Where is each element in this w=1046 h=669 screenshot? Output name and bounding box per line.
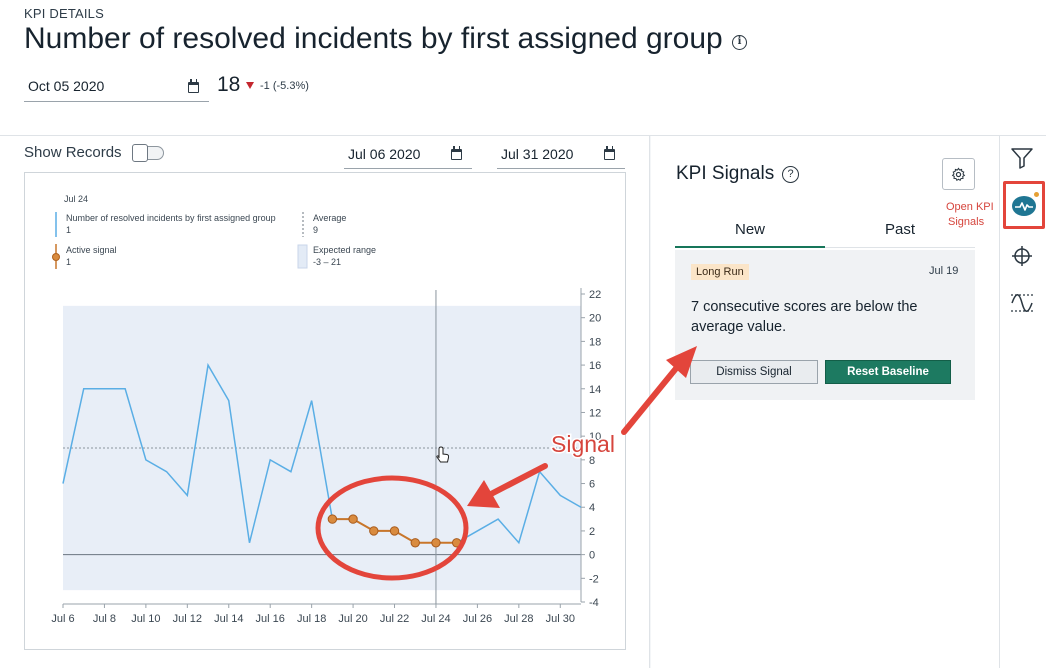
- signals-settings-button[interactable]: [942, 158, 975, 190]
- crosshair-icon[interactable]: [1010, 244, 1034, 268]
- info-icon[interactable]: i: [732, 35, 747, 50]
- legend-series-label: Number of resolved incidents by first as…: [66, 213, 276, 223]
- gear-icon: [951, 167, 966, 182]
- legend-range-label: Expected range: [313, 245, 376, 255]
- x-tick-label: Jul 12: [173, 613, 202, 625]
- reset-baseline-button[interactable]: Reset Baseline: [825, 360, 951, 384]
- tab-new[interactable]: New: [675, 221, 825, 248]
- legend-range-swatch: [297, 244, 308, 269]
- y-tick-label: 10: [589, 431, 601, 443]
- legend-average-label: Average: [313, 213, 346, 223]
- signal-type-badge: Long Run: [691, 264, 749, 280]
- y-tick-label: 18: [589, 336, 601, 348]
- legend-signal-label: Active signal: [66, 245, 117, 255]
- signal-point: [369, 526, 379, 536]
- help-icon[interactable]: ?: [782, 166, 799, 183]
- x-tick-label: Jul 26: [463, 613, 492, 625]
- plot-area: -4 -2 0 2 4 6 8 10 12 14 16 18 20 22 Jul 6 Jul 8 Jul 10 J…: [51, 288, 601, 625]
- legend-signal-value: 1: [66, 257, 71, 267]
- y-tick-label: -2: [589, 573, 599, 585]
- signal-date: Jul 19: [929, 265, 959, 277]
- x-tick-label: Jul 28: [504, 613, 533, 625]
- signal-point: [451, 538, 462, 548]
- x-tick-label: Jul 24: [421, 613, 450, 625]
- chart-card: Jul 24 Number of resolved incidents by f…: [24, 172, 626, 650]
- tab-past[interactable]: Past: [825, 221, 975, 248]
- y-tick-label: 14: [589, 384, 601, 396]
- y-tick-label: -4: [589, 597, 599, 609]
- x-tick-label: Jul 8: [93, 613, 116, 625]
- x-tick-label: Jul 22: [380, 613, 409, 625]
- x-tick-label: Jul 30: [546, 613, 575, 625]
- legend-average-value: 9: [313, 225, 318, 235]
- y-tick-label: 12: [589, 407, 601, 419]
- legend-range-value: -3 – 21: [313, 257, 341, 267]
- x-tick-label: Jul 14: [214, 613, 243, 625]
- signal-point: [410, 538, 420, 548]
- x-tick-label: Jul 10: [131, 613, 160, 625]
- signals-title: KPI Signals: [676, 163, 775, 184]
- y-tick-label: 4: [589, 502, 595, 514]
- signal-description: 7 consecutive scores are below the avera…: [691, 299, 918, 335]
- notification-dot: [1034, 192, 1039, 197]
- legend-signal-marker: [52, 253, 60, 261]
- legend-series-value: 1: [66, 225, 71, 235]
- y-tick-label: 2: [589, 526, 595, 538]
- chart-svg[interactable]: Jul 24 Number of resolved incidents by f…: [1, 1, 651, 669]
- filter-icon[interactable]: [1010, 146, 1034, 170]
- kpi-signals-panel: [651, 136, 999, 668]
- signal-point: [327, 514, 338, 524]
- x-tick-label: Jul 18: [297, 613, 326, 625]
- signal-point: [389, 526, 400, 536]
- signal-point: [431, 538, 441, 548]
- expected-range-icon[interactable]: [1010, 290, 1034, 316]
- y-tick-label: 20: [589, 313, 601, 325]
- open-kpi-signals-button[interactable]: [1003, 181, 1045, 229]
- y-tick-label: 16: [589, 360, 601, 372]
- y-tick-label: 8: [589, 455, 595, 467]
- y-tick-label: 6: [589, 479, 595, 491]
- y-tick-label: 0: [589, 550, 595, 562]
- x-tick-label: Jul 6: [51, 613, 74, 625]
- signal-point: [348, 514, 358, 524]
- dismiss-signal-button[interactable]: Dismiss Signal: [690, 360, 818, 384]
- x-tick-label: Jul 20: [338, 613, 367, 625]
- y-tick-label: 22: [589, 289, 601, 301]
- kpi-signals-icon: [1012, 196, 1036, 216]
- legend-date: Jul 24: [64, 194, 88, 204]
- x-tick-label: Jul 16: [256, 613, 285, 625]
